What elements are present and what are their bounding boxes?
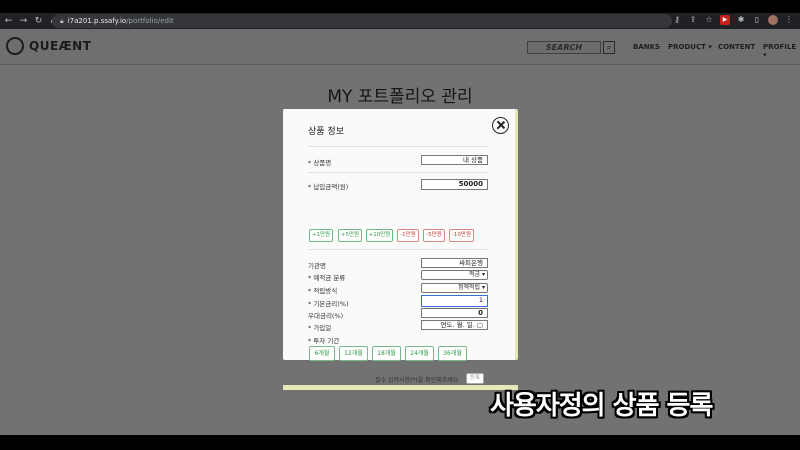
lock-icon: 🔒︎ bbox=[60, 16, 64, 25]
period-6-button[interactable]: 6개월 bbox=[309, 346, 335, 361]
base-rate-input[interactable]: 1 bbox=[421, 295, 488, 307]
back-icon[interactable]: ← bbox=[2, 15, 15, 28]
required-fields-note: 필수 입력사항(*)을 확인해주세요. bbox=[375, 377, 461, 384]
reload-icon[interactable]: ↻ bbox=[32, 15, 45, 28]
institution-label: 기관명 bbox=[308, 262, 326, 270]
product-name-label: * 상품명 bbox=[308, 159, 332, 167]
bonus-rate-label: 우대금리(%) bbox=[308, 312, 344, 320]
close-icon[interactable] bbox=[492, 117, 509, 134]
address-bar[interactable]: 🔒︎ i7a201.p.ssafy.io/portfolio/edit bbox=[52, 14, 672, 28]
browser-toolbar: ← → ↻ ⌂ 🔒︎ i7a201.p.ssafy.io/portfolio/e… bbox=[0, 13, 800, 29]
search-input[interactable]: SEARCH bbox=[527, 41, 601, 54]
sub-50k-button[interactable]: -5만원 bbox=[423, 229, 445, 242]
menu-icon[interactable]: ⋮ bbox=[784, 15, 794, 25]
browser-actions: ⚷ ⇪ ☆ ▶ ✱ ▯ ⋮ bbox=[672, 15, 794, 25]
payment-label: * 납입금액(원) bbox=[308, 183, 349, 191]
profile-avatar[interactable] bbox=[768, 15, 778, 25]
logo-text[interactable]: QUEÆNT bbox=[29, 39, 91, 53]
share-icon[interactable]: ⇪ bbox=[688, 15, 698, 25]
nav-profile[interactable]: PROFILE ▾ bbox=[763, 43, 800, 59]
page-title: MY 포트폴리오 관리 bbox=[327, 87, 473, 107]
modal-title: 상품 정보 bbox=[308, 127, 344, 137]
nav-product[interactable]: PRODUCT ▾ bbox=[668, 43, 712, 51]
period-label: * 투자 기간 bbox=[308, 337, 340, 345]
key-icon[interactable]: ⚷ bbox=[672, 15, 682, 25]
extension-red-icon[interactable]: ▶ bbox=[720, 15, 730, 25]
video-frame: ← → ↻ ⌂ 🔒︎ i7a201.p.ssafy.io/portfolio/e… bbox=[0, 0, 800, 450]
institution-input[interactable]: 싸피은행 bbox=[421, 258, 488, 268]
search-button[interactable]: ⌕ bbox=[603, 41, 615, 54]
video-caption: 사용자정의 상품 등록 bbox=[490, 391, 713, 421]
period-24-button[interactable]: 24개월 bbox=[405, 346, 434, 361]
logo-icon[interactable] bbox=[6, 37, 24, 55]
add-100k-button[interactable]: +10만원 bbox=[366, 229, 393, 242]
saving-method-select[interactable]: 정액적립 ▾ bbox=[421, 283, 488, 293]
url-path: /portfolio/edit bbox=[126, 17, 174, 25]
join-date-input[interactable]: 연도. 월. 일. ▢ bbox=[421, 320, 488, 330]
url-host: i7a201.p.ssafy.io bbox=[67, 17, 127, 25]
puzzle-icon[interactable]: ✱ bbox=[736, 15, 746, 25]
site-header: QUEÆNT SEARCH ⌕ BANKS PRODUCT ▾ CONTENT … bbox=[0, 29, 800, 65]
add-10k-button[interactable]: +1만원 bbox=[309, 229, 333, 242]
period-36-button[interactable]: 36개월 bbox=[438, 346, 467, 361]
nav-banks[interactable]: BANKS bbox=[633, 43, 660, 51]
bonus-rate-input[interactable]: 0 bbox=[421, 308, 488, 318]
product-name-input[interactable]: 내 상품 bbox=[421, 155, 488, 165]
star-icon[interactable]: ☆ bbox=[704, 15, 714, 25]
join-date-label: * 가입일 bbox=[308, 324, 332, 332]
web-page: QUEÆNT SEARCH ⌕ BANKS PRODUCT ▾ CONTENT … bbox=[0, 29, 800, 435]
deposit-type-label: * 예적금 분류 bbox=[308, 274, 346, 282]
sub-10k-button[interactable]: -1만원 bbox=[397, 229, 419, 242]
payment-input[interactable]: 50000 bbox=[421, 179, 488, 190]
sub-100k-button[interactable]: -10만원 bbox=[449, 229, 474, 242]
modal-bottom-bar bbox=[283, 385, 518, 390]
deposit-type-select[interactable]: 적금 ▾ bbox=[421, 270, 488, 280]
saving-method-label: * 적립방식 bbox=[308, 287, 338, 295]
sidebar-icon[interactable]: ▯ bbox=[752, 15, 762, 25]
product-info-modal: 상품 정보 * 상품명 내 상품 * 납입금액(원) 50000 +1만원 +5… bbox=[283, 109, 518, 390]
submit-button[interactable]: 등록 bbox=[466, 373, 484, 384]
period-18-button[interactable]: 18개월 bbox=[372, 346, 401, 361]
divider bbox=[308, 146, 488, 147]
nav-content[interactable]: CONTENT bbox=[718, 43, 755, 51]
divider bbox=[308, 249, 488, 250]
forward-icon[interactable]: → bbox=[17, 15, 30, 28]
divider bbox=[308, 172, 488, 173]
base-rate-label: * 기본금리(%) bbox=[308, 300, 349, 308]
period-12-button[interactable]: 12개월 bbox=[339, 346, 368, 361]
add-50k-button[interactable]: +5만원 bbox=[338, 229, 362, 242]
